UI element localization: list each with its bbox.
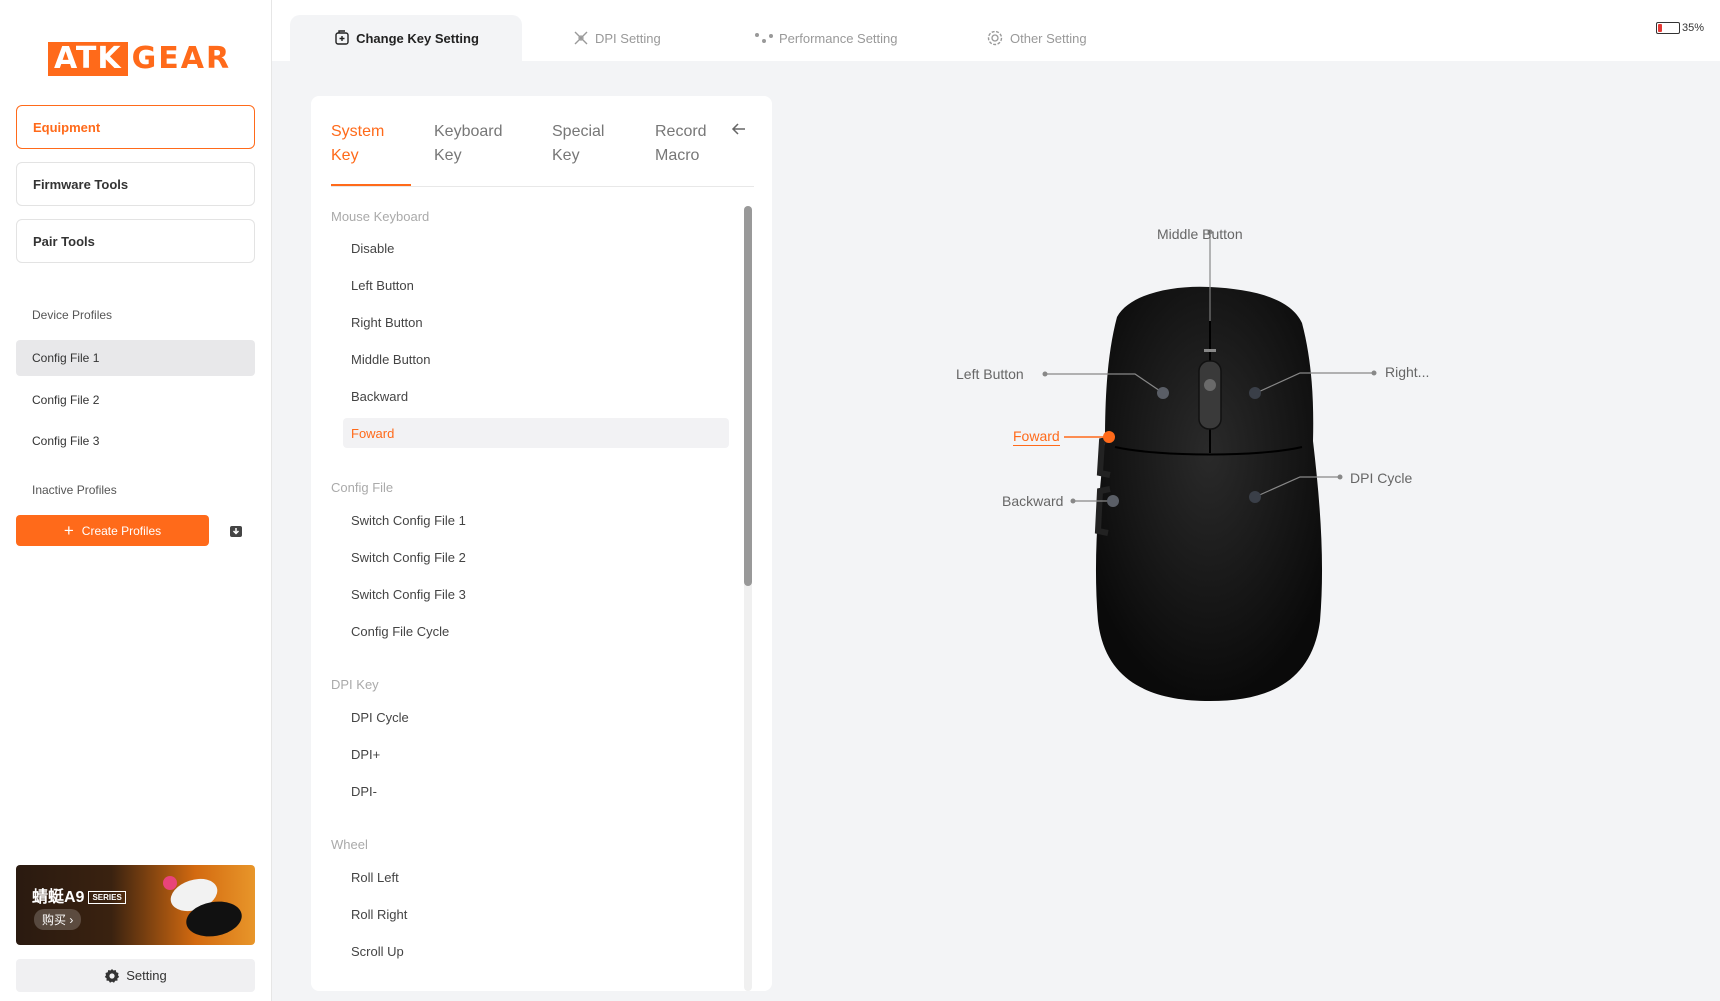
battery-icon <box>1655 22 1680 34</box>
dpi-indicator <box>1204 349 1216 352</box>
tab-special-key[interactable]: Special Key <box>552 120 604 168</box>
inactive-profiles-label: Inactive Profiles <box>32 483 117 497</box>
nav-equipment-button[interactable]: Equipment <box>16 105 255 149</box>
key-option-config-file-cycle[interactable]: Config File Cycle <box>343 616 729 646</box>
import-profile-icon[interactable] <box>228 523 244 539</box>
tab-change-key-setting[interactable]: Change Key Setting <box>290 15 522 61</box>
active-tab-underline <box>331 184 411 186</box>
banner-title-text: 蜻蜓A9 <box>32 889 85 906</box>
banner-buy-link[interactable]: 购买 › <box>34 909 82 930</box>
profile-config-file-1[interactable]: Config File 1 <box>16 340 255 376</box>
tab-keyboard-key-line2: Key <box>434 147 462 164</box>
promo-banner[interactable]: 蜻蜓A9 SERIES 购买 › <box>16 865 255 945</box>
logo-gear: GEAR <box>131 41 232 76</box>
label-left-button[interactable]: Left Button <box>956 366 1024 382</box>
profile-config-file-3[interactable]: Config File 3 <box>16 423 255 459</box>
tab-system-key-line1: System <box>331 123 385 140</box>
label-middle-button[interactable]: Middle Button <box>1157 226 1243 242</box>
key-option-disable[interactable]: Disable <box>343 233 729 263</box>
device-profiles-label: Device Profiles <box>32 308 113 322</box>
tab-record-macro[interactable]: Record Macro <box>655 120 707 168</box>
top-tab-bar: Change Key Setting DPI Setting Performan… <box>272 0 1720 61</box>
label-dpi-cycle[interactable]: DPI Cycle <box>1350 470 1412 486</box>
tab-special-key-line2: Key <box>552 147 580 164</box>
battery-indicator: 35% <box>1655 22 1704 34</box>
banner-title: 蜻蜓A9 SERIES <box>32 883 126 907</box>
key-option-dpi-minus[interactable]: DPI- <box>343 776 729 806</box>
crosshair-icon <box>574 31 588 45</box>
tab-performance-setting[interactable]: Performance Setting <box>754 15 898 61</box>
group-title-mouse-keyboard: Mouse Keyboard <box>331 209 430 224</box>
tab-system-key[interactable]: System Key <box>331 120 384 168</box>
tab-dpi-setting-label: DPI Setting <box>595 30 661 46</box>
nav-firmware-tools-button[interactable]: Firmware Tools <box>16 162 255 206</box>
label-backward[interactable]: Backward <box>1002 493 1063 509</box>
battery-percent: 35% <box>1681 22 1704 34</box>
tab-divider <box>331 186 754 187</box>
label-right-button[interactable]: Right... <box>1385 364 1429 380</box>
tab-keyboard-key-line1: Keyboard <box>434 123 503 140</box>
key-option-backward[interactable]: Backward <box>343 381 729 411</box>
create-profiles-label: Create Profiles <box>81 523 162 538</box>
tab-dpi-setting[interactable]: DPI Setting <box>572 15 661 61</box>
logo-atk: ATK <box>48 42 128 76</box>
performance-dots-icon <box>755 33 773 43</box>
tab-performance-setting-label: Performance Setting <box>779 30 898 46</box>
sidebar: ATK GEAR Equipment Firmware Tools Pair T… <box>0 0 272 1001</box>
keyboard-key-icon <box>335 30 349 45</box>
tab-other-setting-label: Other Setting <box>1010 30 1087 46</box>
group-title-config-file: Config File <box>331 480 394 495</box>
tab-special-key-line1: Special <box>552 123 605 140</box>
tab-record-macro-line2: Macro <box>655 147 700 164</box>
scroll-wheel <box>1198 360 1222 430</box>
key-selection-panel: System Key Keyboard Key Special Key Reco… <box>311 96 772 991</box>
banner-mouse-image <box>163 876 242 937</box>
group-title-dpi-key: DPI Key <box>331 677 379 692</box>
callout-backward <box>1070 495 1119 507</box>
mouse-illustration <box>1042 229 1377 701</box>
mouse-diagram: Middle Button Left Button Right... Fowar… <box>780 61 1720 1001</box>
collapse-arrow-left-icon[interactable] <box>731 122 747 136</box>
scrollbar-thumb[interactable] <box>744 206 752 586</box>
key-option-dpi-plus[interactable]: DPI+ <box>343 739 729 769</box>
key-option-switch-config-file-3[interactable]: Switch Config File 3 <box>343 579 729 609</box>
key-option-right-button[interactable]: Right Button <box>343 307 729 337</box>
group-title-wheel: Wheel <box>331 837 368 852</box>
key-option-roll-right[interactable]: Roll Right <box>343 899 729 929</box>
key-option-switch-config-file-1[interactable]: Switch Config File 1 <box>343 505 729 535</box>
tab-keyboard-key[interactable]: Keyboard Key <box>434 120 503 168</box>
tab-system-key-line2: Key <box>331 147 359 164</box>
tab-other-setting[interactable]: Other Setting <box>985 15 1087 61</box>
create-profiles-button[interactable]: + Create Profiles <box>16 515 209 546</box>
tab-change-key-setting-label: Change Key Setting <box>356 30 479 46</box>
key-option-left-button[interactable]: Left Button <box>343 270 729 300</box>
nav-pair-tools-button[interactable]: Pair Tools <box>16 219 255 263</box>
key-option-scroll-up[interactable]: Scroll Up <box>343 936 729 966</box>
key-option-switch-config-file-2[interactable]: Switch Config File 2 <box>343 542 729 572</box>
tab-record-macro-line1: Record <box>655 123 707 140</box>
key-option-forward[interactable]: Foward <box>343 418 729 448</box>
setting-label: Setting <box>126 968 167 983</box>
callout-forward <box>1064 431 1115 443</box>
gear-outline-icon <box>987 30 1003 46</box>
setting-button[interactable]: Setting <box>16 959 255 992</box>
key-option-middle-button[interactable]: Middle Button <box>343 344 729 374</box>
plus-icon: + <box>63 521 74 540</box>
label-forward[interactable]: Foward <box>1013 428 1060 446</box>
key-option-roll-left[interactable]: Roll Left <box>343 862 729 892</box>
profile-config-file-2[interactable]: Config File 2 <box>16 382 255 418</box>
gear-icon <box>105 968 120 983</box>
banner-series-badge: SERIES <box>88 891 126 905</box>
atk-gear-logo: ATK GEAR <box>48 42 231 76</box>
key-option-dpi-cycle[interactable]: DPI Cycle <box>343 702 729 732</box>
